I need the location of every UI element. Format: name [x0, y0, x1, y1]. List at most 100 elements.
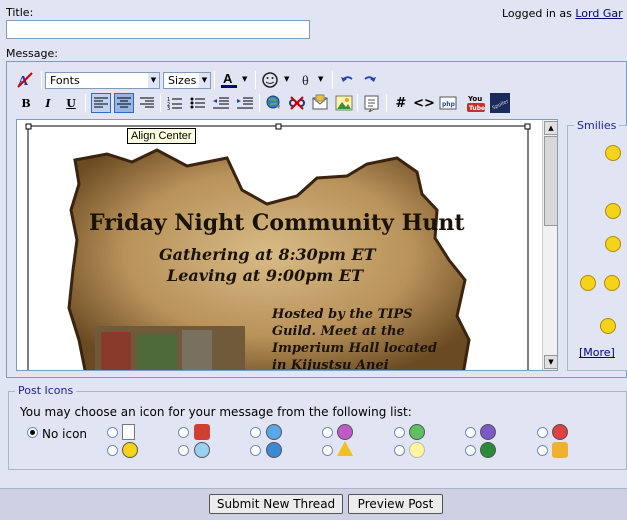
- align-right-icon[interactable]: [137, 93, 157, 113]
- icon-radio[interactable]: [250, 427, 261, 438]
- svg-text:A: A: [223, 71, 233, 86]
- post-icons-instruction: You may choose an icon for your message …: [20, 405, 412, 419]
- icon-radio[interactable]: [465, 427, 476, 438]
- ordered-list-icon[interactable]: 123: [165, 93, 185, 113]
- toolbar-separator: [160, 94, 161, 112]
- rolleyes-icon[interactable]: [580, 275, 596, 291]
- svg-text:θ: θ: [302, 74, 309, 88]
- flyer-hosted-line: Imperium Hall located: [272, 341, 438, 356]
- scroll-down-icon[interactable]: ▼: [544, 355, 557, 369]
- grin-icon[interactable]: [605, 203, 621, 219]
- text-color-icon[interactable]: A: [219, 70, 239, 90]
- undo-icon[interactable]: [337, 70, 357, 90]
- special-char-icon[interactable]: θ: [296, 70, 316, 90]
- more-smilies-link[interactable]: [More]: [579, 346, 615, 359]
- flyer-hosted-line: Guild. Meet at the: [272, 324, 405, 339]
- toolbar-separator: [259, 94, 260, 112]
- flyer-hosted-text: Hosted by the TIPS Guild. Meet at the Im…: [272, 306, 438, 371]
- svg-text:Tube: Tube: [469, 105, 485, 112]
- sad-icon: [480, 424, 496, 440]
- chevron-down-icon: ▼: [148, 73, 159, 88]
- insert-image-icon[interactable]: [334, 93, 354, 113]
- document-icon: [122, 424, 135, 440]
- thumbsup-smiley-icon[interactable]: [600, 318, 616, 334]
- underline-icon[interactable]: U: [61, 93, 81, 113]
- youtube-icon[interactable]: You Tube: [466, 93, 486, 113]
- php-icon[interactable]: php: [438, 93, 458, 113]
- smile-icon[interactable]: [605, 145, 621, 161]
- editor-scrollbar[interactable]: ▲ ▼: [542, 120, 557, 370]
- icon-radio[interactable]: [178, 427, 189, 438]
- code-icon[interactable]: <>: [413, 93, 435, 113]
- icon-radio[interactable]: [537, 427, 548, 438]
- scroll-thumb[interactable]: [544, 136, 557, 226]
- question-icon: [266, 442, 282, 458]
- icon-radio[interactable]: [394, 445, 405, 456]
- purple-smile-icon: [337, 424, 353, 440]
- align-center-icon[interactable]: [114, 93, 134, 113]
- icon-radio[interactable]: [394, 427, 405, 438]
- outdent-icon[interactable]: [211, 93, 231, 113]
- redo-icon[interactable]: [360, 70, 380, 90]
- remove-format-icon[interactable]: A: [15, 70, 35, 90]
- italic-icon[interactable]: I: [38, 93, 58, 113]
- size-select[interactable]: Sizes ▼: [163, 72, 211, 89]
- align-center-tooltip: Align Center: [127, 128, 196, 144]
- icon-radio[interactable]: [322, 445, 333, 456]
- shocked-icon[interactable]: [605, 236, 621, 252]
- unordered-list-icon[interactable]: [188, 93, 208, 113]
- icon-radio[interactable]: [250, 445, 261, 456]
- toolbar-separator: [41, 71, 42, 89]
- logged-in-text: Logged in as Lord Gar: [502, 7, 623, 20]
- cool-icon: [194, 442, 210, 458]
- preview-post-button[interactable]: Preview Post: [348, 494, 443, 514]
- insert-link-icon[interactable]: [264, 93, 284, 113]
- submit-new-thread-button[interactable]: Submit New Thread: [209, 494, 343, 514]
- flyer-line-2: Leaving at 9:00pm ET: [167, 266, 363, 285]
- icon-radio[interactable]: [537, 445, 548, 456]
- title-label: Title:: [6, 6, 34, 19]
- chevron-down-icon[interactable]: ▼: [284, 75, 289, 83]
- toolbar-separator: [332, 71, 333, 89]
- editor-content-area[interactable]: Friday Night Community Hunt Gathering at…: [16, 119, 558, 371]
- scroll-up-icon[interactable]: ▲: [544, 121, 557, 135]
- spoiler-icon[interactable]: Spoiler: [490, 93, 510, 113]
- icon-radio[interactable]: [465, 445, 476, 456]
- chevron-down-icon[interactable]: ▼: [318, 75, 323, 83]
- svg-text:You: You: [467, 95, 482, 103]
- toolbar-separator: [214, 71, 215, 89]
- chevron-down-icon[interactable]: ▼: [242, 75, 247, 83]
- warning-icon: [337, 441, 353, 456]
- font-select[interactable]: Fonts ▼: [45, 72, 160, 89]
- flyer-hosted-line: in Kijustsu Anei: [272, 358, 389, 371]
- logged-in-prefix: Logged in as: [502, 7, 572, 20]
- radio-selected-dot: [30, 430, 35, 435]
- size-select-label: Sizes: [168, 74, 197, 87]
- font-select-label: Fonts: [50, 74, 80, 87]
- thumbs-down-icon: [194, 424, 210, 440]
- smile-blue-icon: [266, 424, 282, 440]
- user-link[interactable]: Lord Gar: [575, 7, 622, 20]
- lightbulb-icon: [409, 442, 425, 458]
- smiley-menu-icon[interactable]: [260, 70, 280, 90]
- flyer-hosted-line: Hosted by the TIPS: [272, 307, 413, 322]
- icon-radio[interactable]: [178, 445, 189, 456]
- smilies-legend: Smilies: [574, 119, 620, 132]
- icon-radio[interactable]: [107, 427, 118, 438]
- remove-link-icon[interactable]: [287, 93, 307, 113]
- align-left-icon[interactable]: [91, 93, 111, 113]
- quote-icon[interactable]: [362, 93, 382, 113]
- icon-radio[interactable]: [322, 427, 333, 438]
- no-icon-radio[interactable]: [27, 427, 38, 438]
- toolbar-separator: [386, 94, 387, 112]
- arrow-right-icon: [480, 442, 496, 458]
- thumbs-up-icon: [552, 442, 568, 458]
- insert-email-icon[interactable]: [310, 93, 330, 113]
- title-input[interactable]: [6, 20, 310, 39]
- flyer-line-1: Gathering at 8:30pm ET: [159, 245, 376, 264]
- icon-radio[interactable]: [107, 445, 118, 456]
- indent-icon[interactable]: [235, 93, 255, 113]
- bold-icon[interactable]: B: [16, 93, 36, 113]
- hash-icon[interactable]: #: [391, 93, 411, 113]
- confused-icon[interactable]: [604, 275, 620, 291]
